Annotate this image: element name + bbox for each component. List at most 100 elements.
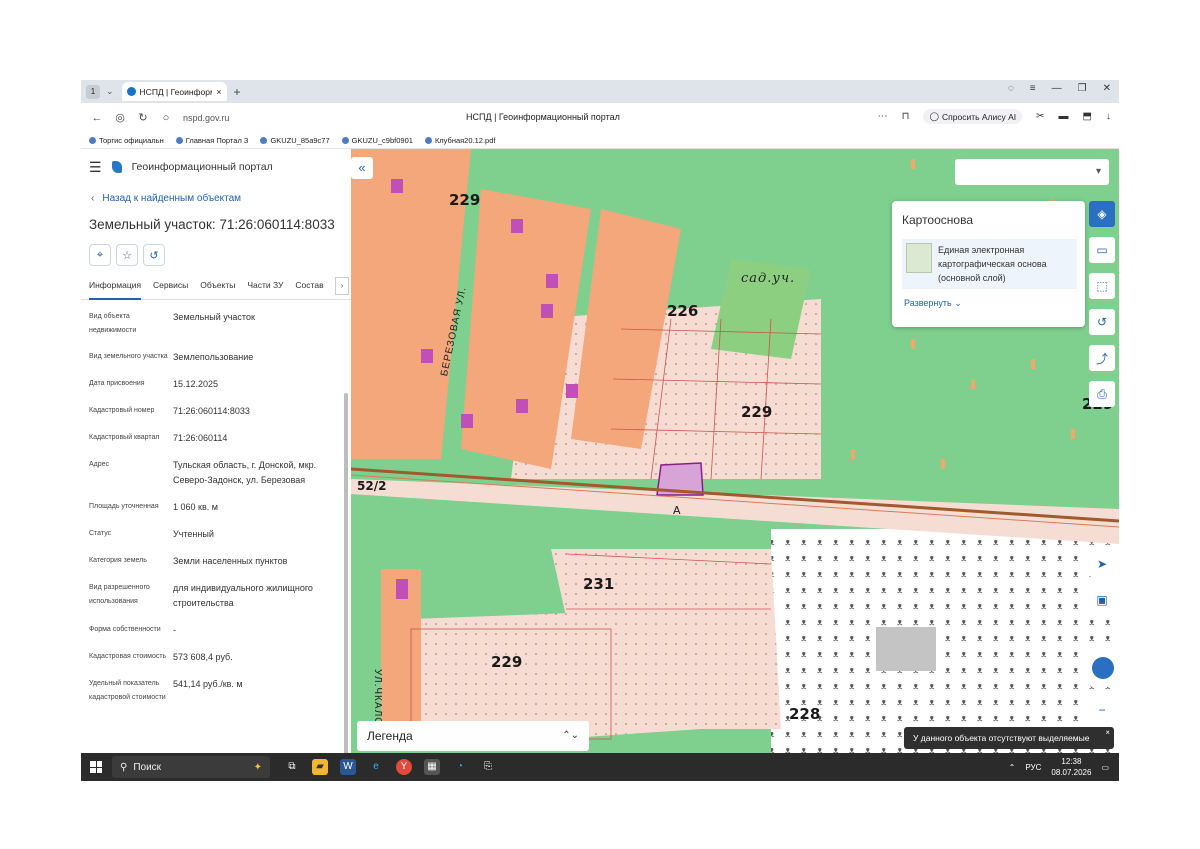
legend-label: Легенда	[367, 729, 413, 743]
edge-icon[interactable]: ◔	[452, 759, 468, 775]
taskbar-search[interactable]: ⚲ Поиск ✦	[112, 756, 270, 778]
basemap-layer-name: Единая электронная картографическая осно…	[938, 245, 1047, 283]
panel-scrollbar[interactable]	[344, 393, 348, 753]
locate-object-icon[interactable]: ⌖	[89, 244, 111, 266]
minimize-button[interactable]: —	[1052, 83, 1062, 94]
new-tab-button[interactable]: +	[234, 85, 241, 99]
bookmark-icon[interactable]: ⊓	[902, 111, 910, 122]
ask-alice-button[interactable]: ◯ Спросить Алису AI	[923, 109, 1023, 124]
restore-button[interactable]: ❐	[1078, 83, 1087, 94]
lock-icon[interactable]: ○	[159, 112, 173, 124]
history-icon[interactable]: ↺	[143, 244, 165, 266]
portal-name: Геоинформационный портал	[131, 161, 273, 173]
zoom-out-button[interactable]: −	[1089, 697, 1115, 723]
kartoosnova-panel: Картооснова Единая электронная картограф…	[892, 201, 1085, 327]
portal-header: ☰ Геоинформационный портал	[81, 149, 351, 185]
print-icon[interactable]: ⎙	[1089, 381, 1115, 407]
input-language[interactable]: РУС	[1025, 763, 1041, 772]
map-search-dropdown[interactable]: ▾	[955, 159, 1109, 185]
attribute-row: Площадь уточненная 1 060 кв. м	[89, 502, 218, 512]
close-tab-icon[interactable]: ×	[216, 87, 221, 97]
browser-tab[interactable]: НСПД | Геоинформаці ×	[121, 82, 227, 101]
basemap-layer-item[interactable]: Единая электронная картографическая осно…	[902, 239, 1077, 289]
bookmark-favicon-icon	[260, 136, 268, 144]
map-label: 228	[789, 705, 821, 723]
site-favicon-icon	[126, 87, 136, 96]
chevron-right-icon[interactable]: ›	[335, 277, 349, 295]
profile-icon[interactable]: ◌	[1008, 83, 1014, 94]
address-bar: ← ◎ ↻ ○ nspd.gov.ru НСПД | Геоинформацио…	[81, 103, 1119, 132]
assistant-icon	[1092, 657, 1114, 679]
map-label: 229	[741, 403, 773, 421]
attribute-row: Удельный показатель кадастровой стоимост…	[89, 679, 243, 701]
word-icon[interactable]: W	[340, 759, 356, 775]
tab-composition[interactable]: Состав	[295, 280, 323, 299]
bookmark-item[interactable]: Торгис официальн	[89, 136, 164, 145]
attribute-row: Адрес Тульская область, г. Донской, мкр. …	[89, 460, 317, 485]
notification-icon[interactable]: ▭	[1101, 763, 1109, 772]
more-icon[interactable]: ⋯	[878, 111, 888, 122]
reload-icon[interactable]: ↻	[136, 111, 150, 124]
yandex-browser-icon[interactable]: Y	[396, 759, 412, 775]
share-icon[interactable]: ⤴	[1089, 345, 1115, 371]
attribute-row: Кадастровый номер 71:26:060114:8033	[89, 406, 250, 416]
file-explorer-icon[interactable]: ▰	[312, 759, 328, 775]
ruler-icon[interactable]: ▭	[1089, 237, 1115, 263]
chevron-down-icon[interactable]: ⌄	[106, 86, 114, 97]
bookmark-item[interactable]: Клубная20.12.pdf	[424, 136, 495, 145]
bookmark-item[interactable]: GKUZU_85a9c77	[260, 136, 330, 145]
windows-start-icon[interactable]	[90, 761, 102, 773]
sparkle-icon: ✦	[253, 761, 262, 773]
clock[interactable]: 12:38 08.07.2026	[1051, 756, 1091, 778]
back-to-results-link[interactable]: ‹ Назад к найденным объектам	[91, 193, 351, 204]
locate-icon[interactable]: ➤	[1089, 551, 1115, 577]
tab-information[interactable]: Информация	[89, 280, 142, 300]
bookmark-item[interactable]: GKUZU_c9bf0901	[341, 136, 413, 145]
map-canvas[interactable]: ᴥ	[351, 149, 1119, 753]
shield-icon[interactable]: ◎	[113, 111, 127, 124]
tray-expand-icon[interactable]: ⌃	[1009, 763, 1016, 772]
expand-link[interactable]: Развернуть ⌄	[904, 298, 1085, 309]
extensions-icon[interactable]: ✂	[1036, 111, 1044, 122]
calculator-icon[interactable]: ▦	[424, 759, 440, 775]
layers-icon[interactable]: ◈	[1089, 201, 1115, 227]
system-tray: ⌃ РУС 12:38 08.07.2026 ▭	[1009, 756, 1109, 778]
tab-parts[interactable]: Части ЗУ	[247, 280, 283, 299]
back-arrow-icon[interactable]: ←	[90, 112, 104, 124]
bookmark-item[interactable]: Главная Портал З	[175, 136, 248, 145]
attribute-row: Статус Учтенный	[89, 529, 214, 539]
menu-icon[interactable]: ≡	[1030, 83, 1036, 94]
scanner-icon[interactable]: ⎘	[480, 759, 496, 775]
reader-icon[interactable]: ▬	[1059, 111, 1069, 122]
alice-icon: ◯	[929, 111, 939, 121]
attribute-row: Вид разрешенного использования для индиви…	[89, 583, 313, 608]
attribute-row: Кадастровая стоимость 573 608,4 руб.	[89, 652, 233, 662]
kartoosnova-title: Картооснова	[902, 213, 973, 227]
history-icon[interactable]: ↺	[1089, 309, 1115, 335]
url-field[interactable]: nspd.gov.ru	[183, 113, 229, 123]
legend-toggle[interactable]: Легенда ⌃⌄	[357, 721, 589, 751]
select-area-icon[interactable]: ⬚	[1089, 273, 1115, 299]
share-icon[interactable]: ⬒	[1083, 111, 1092, 122]
attribute-row: Форма собственности -	[89, 625, 176, 635]
close-icon[interactable]: ×	[1105, 722, 1110, 744]
taskbar-apps: ⧉ ▰ W e Y ▦ ◔ ⎘	[284, 759, 496, 775]
map-label: 229	[449, 191, 481, 209]
close-window-button[interactable]: ✕	[1103, 83, 1111, 94]
tab-objects[interactable]: Объекты	[200, 280, 235, 299]
collapse-panel-button[interactable]: «	[351, 157, 373, 179]
chevron-down-icon: ⌄	[954, 298, 962, 308]
bookmark-favicon-icon	[89, 136, 96, 144]
attribute-list: Вид объекта недвижимости Земельный участо…	[81, 310, 351, 705]
tab-counter[interactable]: 1	[86, 84, 100, 99]
star-icon[interactable]: ☆	[116, 244, 138, 266]
tab-services[interactable]: Сервисы	[153, 280, 188, 299]
hamburger-menu-icon[interactable]: ☰	[89, 159, 102, 176]
assistant-button[interactable]	[1089, 649, 1117, 687]
edge-legacy-icon[interactable]: e	[368, 759, 384, 775]
download-icon[interactable]: ↓	[1106, 111, 1111, 122]
task-view-icon[interactable]: ⧉	[284, 759, 300, 775]
attribute-row: Кадастровый квартал 71:26:060114	[89, 433, 228, 443]
minimap-icon[interactable]: ▣	[1089, 587, 1115, 613]
search-icon: ⚲	[120, 761, 128, 773]
